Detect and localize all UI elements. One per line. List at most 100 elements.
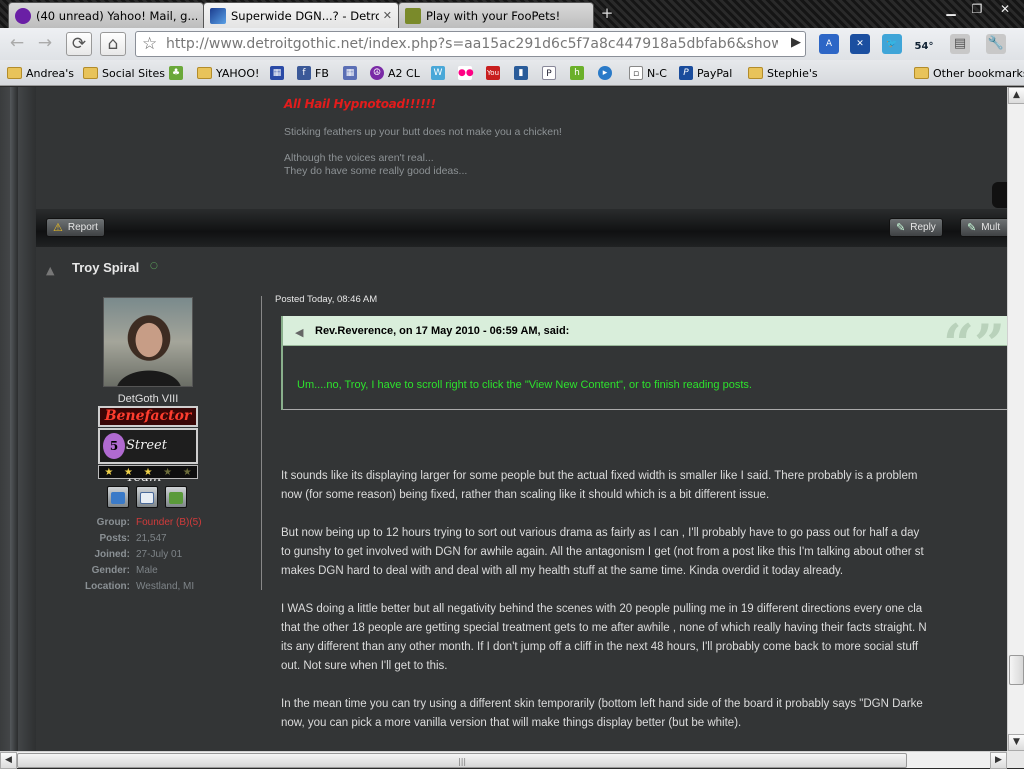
- url-input[interactable]: http://www.detroitgothic.net/index.php?s…: [166, 36, 778, 52]
- site-icon: ▦: [270, 66, 284, 80]
- bookmark-site-icon-3[interactable]: ▮: [514, 65, 532, 81]
- tab-foopets[interactable]: Play with your FooPets!: [398, 2, 594, 28]
- signature-line-3: They do have some really good ideas...: [284, 165, 468, 177]
- avatar[interactable]: [103, 297, 193, 387]
- bookmark-stephies[interactable]: Stephie's: [748, 65, 818, 81]
- multiquote-button[interactable]: ✎ Mult: [960, 218, 1007, 237]
- content-icon: [169, 492, 183, 504]
- bookmark-site-icon-2[interactable]: ▦: [343, 65, 361, 81]
- author-name-link[interactable]: Troy Spiral: [72, 260, 139, 275]
- go-arrow-icon[interactable]: ▶: [791, 35, 801, 50]
- bookmark-label: Other bookmarks: [933, 66, 1024, 80]
- scroll-right-button[interactable]: ▶: [990, 752, 1007, 769]
- bookmark-andreas[interactable]: Andrea's: [7, 65, 74, 81]
- window-close-button[interactable]: ✕: [990, 0, 1020, 18]
- quote-attribution: Rev.Reverence, on 17 May 2010 - 06:59 AM…: [315, 325, 570, 337]
- report-button[interactable]: ⚠ Report: [46, 218, 105, 237]
- left-rail: [0, 87, 36, 751]
- tab-label: Superwide DGN...? - Detroi...: [231, 8, 379, 23]
- quote-header: ◀ Rev.Reverence, on 17 May 2010 - 06:59 …: [283, 312, 1007, 376]
- weather-extension-icon[interactable]: 54°: [914, 34, 934, 54]
- scroll-left-button[interactable]: ◀: [0, 752, 17, 769]
- scroll-down-button[interactable]: ▼: [1008, 734, 1024, 751]
- bookmark-yahoo[interactable]: YAHOO!: [197, 65, 259, 81]
- post-body-line: out. Not sure when I'll get to this.: [281, 660, 448, 672]
- bookmark-site-icon-1[interactable]: ▦: [270, 65, 288, 81]
- tab-yahoo-mail[interactable]: (40 unread) Yahoo! Mail, g...: [8, 2, 204, 28]
- bookmark-n-c[interactable]: ▫ N-C: [629, 65, 667, 81]
- bookmark-w[interactable]: W: [431, 65, 449, 81]
- stat-value: Founder (B)(5): [136, 517, 202, 528]
- tab-strip: (40 unread) Yahoo! Mail, g... Superwide …: [0, 0, 1024, 28]
- paypal-icon: P: [679, 66, 693, 80]
- post-body-line: But now being up to 12 hours trying to s…: [281, 527, 920, 539]
- forward-button[interactable]: →: [32, 32, 58, 56]
- quote-link-icon[interactable]: ◀: [295, 326, 309, 339]
- restore-button[interactable]: ❐: [964, 0, 990, 18]
- quote-text: Um....no, Troy, I have to scroll right t…: [297, 379, 752, 391]
- wrench-menu-icon[interactable]: 🔧: [986, 34, 1006, 54]
- bookmark-youtube[interactable]: You: [486, 65, 504, 81]
- stat-label: Group:: [96, 517, 130, 528]
- reply-label: Reply: [910, 222, 936, 233]
- extension-x-icon[interactable]: ✕: [850, 34, 870, 54]
- stat-gender: Gender: Male: [36, 565, 260, 579]
- bookmark-star-icon[interactable]: ☆: [142, 34, 157, 54]
- stat-label: Gender:: [91, 565, 130, 576]
- user-icon: ▲: [46, 264, 55, 277]
- envelope-icon: [140, 492, 154, 504]
- site-icon: ▮: [514, 66, 528, 80]
- bookmark-android[interactable]: ♣: [169, 65, 187, 81]
- multiquote-icon: ✎: [967, 222, 977, 234]
- rail-edge: [10, 87, 18, 751]
- stat-group: Group: Founder (B)(5): [36, 517, 260, 531]
- add-friend-button[interactable]: [107, 486, 129, 508]
- stat-value: 21,547: [136, 533, 167, 544]
- post-author-bar: ▲ Troy Spiral ○: [36, 247, 1007, 291]
- tab-label: (40 unread) Yahoo! Mail, g...: [36, 8, 197, 23]
- tab-superwide-dgn[interactable]: Superwide DGN...? - Detroi... ✕: [203, 2, 399, 28]
- view-content-button[interactable]: [165, 486, 187, 508]
- tab-label: Play with your FooPets!: [426, 8, 561, 23]
- android-icon: ♣: [169, 66, 183, 80]
- bookmark-paypal[interactable]: P PayPal: [679, 65, 732, 81]
- rating-star-icon: ★: [163, 466, 173, 478]
- stat-value: 27-July 01: [136, 549, 183, 560]
- address-bar[interactable]: ☆ http://www.detroitgothic.net/index.php…: [135, 31, 806, 57]
- bookmark-fb[interactable]: f FB: [297, 65, 329, 81]
- horizontal-scrollbar[interactable]: ◀ ||| ▶: [0, 751, 1007, 769]
- user-info-panel: DetGoth VIII Benefactor 5 Street Team ★★…: [36, 291, 262, 592]
- bookmark-flickr[interactable]: ●●: [458, 65, 476, 81]
- vertical-scrollbar[interactable]: ▲ ▼: [1007, 87, 1024, 751]
- send-message-button[interactable]: [136, 486, 158, 508]
- bookmark-p[interactable]: P: [542, 65, 560, 81]
- youtube-icon: You: [486, 66, 500, 80]
- bookmark-label: N-C: [647, 66, 667, 80]
- site-icon: ▦: [343, 66, 357, 80]
- reload-button[interactable]: ⟳: [66, 32, 92, 56]
- bookmark-a2-cl[interactable]: ☮ A2 CL: [370, 65, 420, 81]
- home-button[interactable]: ⌂: [100, 32, 126, 56]
- scroll-up-button[interactable]: ▲: [1008, 87, 1024, 104]
- translate-extension-icon[interactable]: A: [819, 34, 839, 54]
- bookmarks-bar: Andrea's Social Sites ♣ YAHOO! ▦ f FB ▦ ☮…: [0, 60, 1024, 86]
- bookmark-other[interactable]: Other bookmarks: [914, 65, 1024, 81]
- navigation-toolbar: ← → ⟳ ⌂ ☆ http://www.detroitgothic.net/i…: [0, 28, 1024, 60]
- member-rating: ★ ★ ★ ★ ★: [98, 465, 198, 479]
- back-button[interactable]: ←: [4, 32, 30, 56]
- twitter-extension-icon[interactable]: 🐦: [882, 34, 902, 54]
- horizontal-scroll-thumb[interactable]: |||: [17, 753, 907, 768]
- page-menu-icon[interactable]: ▤: [950, 34, 970, 54]
- rating-star-icon: ★: [104, 466, 114, 478]
- bookmark-social-sites[interactable]: Social Sites: [83, 65, 165, 81]
- minimize-button[interactable]: ▁: [938, 0, 964, 18]
- close-icon[interactable]: ✕: [383, 9, 392, 22]
- vertical-scroll-thumb[interactable]: [1009, 655, 1024, 685]
- new-tab-button[interactable]: +: [598, 5, 616, 21]
- street-team-badge: 5 Street Team: [98, 428, 198, 485]
- bookmark-h[interactable]: h: [570, 65, 588, 81]
- quote-block: ◀ Rev.Reverence, on 17 May 2010 - 06:59 …: [281, 312, 1007, 410]
- bookmark-play[interactable]: ▸: [598, 65, 616, 81]
- reply-button[interactable]: ✎ Reply: [889, 218, 943, 237]
- signature-hail: All Hail Hypnotoad!!!!!!: [284, 97, 436, 111]
